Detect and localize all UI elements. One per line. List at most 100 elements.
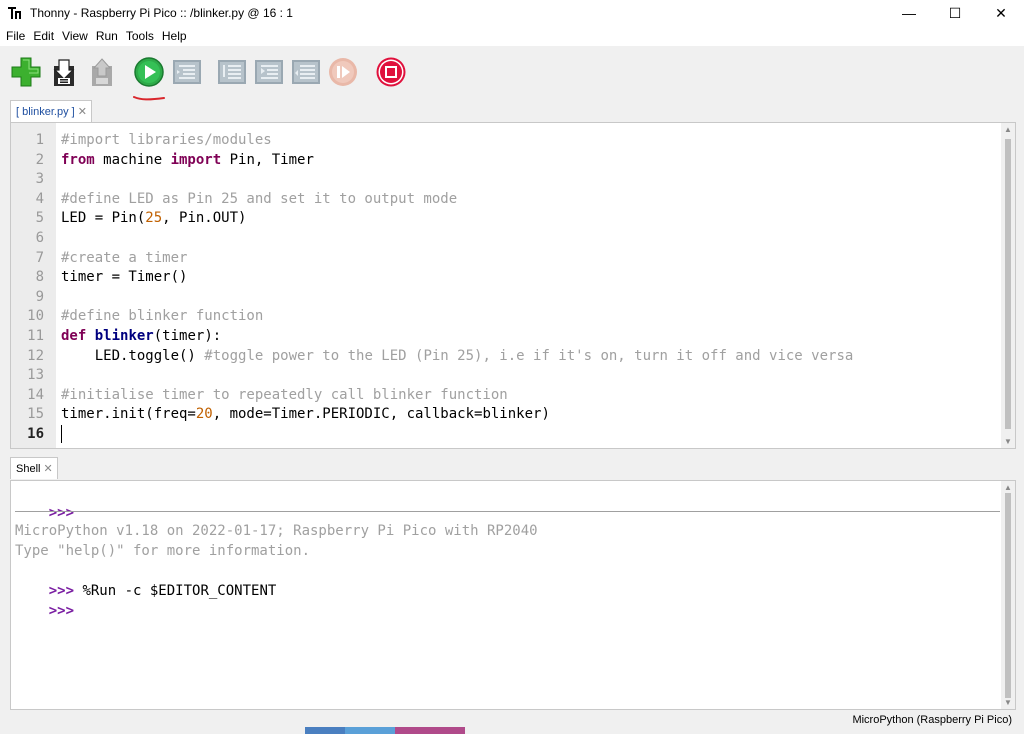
code-line[interactable]: 10 #define blinker function (11, 307, 1001, 327)
line-number: 4 (35, 190, 44, 207)
debug-button[interactable] (171, 56, 203, 88)
scrollbar-thumb[interactable] (1005, 493, 1011, 698)
line-number: 16 (27, 425, 44, 442)
tab-blinker-py[interactable]: [ blinker.py ] ✕ (10, 100, 92, 122)
step-out-button[interactable] (290, 56, 322, 88)
code-line[interactable]: 13 (11, 366, 1001, 386)
code-token: timer = Timer() (61, 269, 188, 286)
code-line[interactable]: 11 def blinker(timer): (11, 327, 1001, 347)
line-number: 6 (35, 229, 44, 246)
save-file-button[interactable] (86, 56, 118, 88)
line-number: 5 (35, 210, 44, 227)
scroll-up-icon[interactable]: ▲ (1004, 483, 1012, 492)
code-token: 25 (145, 210, 163, 227)
line-text: timer = Timer() (61, 268, 187, 288)
shell-banner-line: MicroPython v1.18 on 2022-01-17; Raspber… (15, 523, 538, 539)
scroll-up-icon[interactable]: ▲ (1004, 125, 1012, 134)
shell-help-line: Type "help()" for more information. (15, 543, 311, 559)
step-over-button[interactable] (216, 56, 248, 88)
tab-shell[interactable]: Shell ✕ (10, 457, 58, 479)
step-into-button[interactable] (253, 56, 285, 88)
code-line[interactable]: 5 LED = Pin(25, Pin.OUT) (11, 209, 1001, 229)
maximize-button[interactable]: ☐ (932, 0, 978, 26)
code-token: , Pin.OUT) (162, 210, 247, 227)
background-artifact (305, 727, 345, 734)
toolbar (0, 46, 1024, 96)
code-token: LED = Pin( (61, 210, 146, 227)
code-token: 20 (195, 406, 213, 423)
line-number: 11 (27, 327, 44, 344)
menu-help[interactable]: Help (158, 26, 191, 46)
menu-run[interactable]: Run (92, 26, 122, 46)
step-into-icon (255, 60, 283, 84)
code-token: machine (94, 151, 171, 168)
stop-button[interactable] (375, 56, 407, 88)
close-button[interactable]: ✕ (978, 0, 1024, 26)
line-number: 1 (35, 132, 44, 148)
shell-input-line[interactable]: >>> (15, 581, 74, 619)
line-number: 12 (27, 347, 44, 364)
line-number: 3 (35, 171, 44, 188)
editor-scrollbar[interactable]: ▲ ▼ (1001, 123, 1015, 448)
code-lines: 1 #import libraries/modules 2 from machine … (11, 131, 1001, 445)
line-number: 15 (27, 406, 44, 423)
line-number: 7 (35, 249, 44, 266)
code-token: (timer): (153, 327, 222, 344)
code-line[interactable]: 12 LED.toggle() #toggle power to the LED… (11, 347, 1001, 367)
resume-button[interactable] (327, 56, 359, 88)
shell-scrollbar[interactable]: ▲ ▼ (1001, 481, 1015, 709)
thonny-logo-icon (8, 6, 22, 20)
code-line[interactable]: 4 #define LED as Pin 25 and set it to out… (11, 190, 1001, 210)
code-token: , mode=Timer.PERIODIC, callback=blinker) (212, 406, 550, 423)
code-token: #import libraries/modules (61, 132, 272, 148)
stop-icon (376, 57, 406, 87)
code-token: #define blinker function (61, 308, 264, 325)
code-token: def (61, 327, 87, 344)
line-number: 8 (35, 269, 44, 286)
line-number: 13 (27, 367, 44, 384)
code-token: #create a timer (61, 249, 188, 266)
line-text: #define blinker function (61, 307, 263, 327)
code-line[interactable]: 6 (11, 229, 1001, 249)
code-line[interactable]: 2 from machine import Pin, Timer (11, 151, 1001, 171)
code-token: #initialise timer to repeatedly call bli… (61, 386, 508, 403)
scrollbar-thumb[interactable] (1005, 139, 1011, 429)
code-line[interactable]: 8 timer = Timer() (11, 268, 1001, 288)
minimize-button[interactable]: — (886, 0, 932, 26)
save-icon (92, 58, 112, 86)
menu-file[interactable]: File (2, 26, 29, 46)
shell-separator (15, 511, 1000, 512)
menu-view[interactable]: View (58, 26, 92, 46)
code-token: Pin, Timer (221, 151, 314, 168)
close-tab-icon[interactable]: ✕ (78, 105, 87, 118)
line-text: #initialise timer to repeatedly call bli… (61, 386, 508, 406)
shell-prompt-line: >>> (15, 483, 74, 521)
code-line[interactable]: 9 (11, 288, 1001, 308)
code-line[interactable]: 16 (11, 424, 1001, 445)
window-title: Thonny - Raspberry Pi Pico :: /blinker.p… (30, 6, 293, 20)
background-artifact (395, 727, 465, 734)
new-file-button[interactable] (10, 56, 42, 88)
run-button[interactable] (133, 56, 165, 88)
code-editor[interactable]: 1 #import libraries/modules 2 from machine … (10, 122, 1016, 449)
shell-command: %Run -c $EDITOR_CONTENT (74, 583, 277, 599)
code-token: from (61, 151, 95, 168)
menu-tools[interactable]: Tools (122, 26, 158, 46)
text-cursor (61, 424, 62, 443)
code-line[interactable]: 7 #create a timer (11, 249, 1001, 269)
shell-panel[interactable]: >>> MicroPython v1.18 on 2022-01-17; Ras… (10, 480, 1016, 710)
shell-prompt: >>> (48, 505, 75, 521)
line-number: 2 (35, 151, 44, 168)
code-line[interactable]: 14 #initialise timer to repeatedly call b… (11, 386, 1001, 406)
scroll-down-icon[interactable]: ▼ (1004, 698, 1012, 707)
code-line[interactable]: 3 (11, 170, 1001, 190)
menu-edit[interactable]: Edit (29, 26, 58, 46)
code-line[interactable]: 1 #import libraries/modules (11, 131, 1001, 151)
scroll-down-icon[interactable]: ▼ (1004, 437, 1012, 446)
close-shell-icon[interactable]: ✕ (43, 462, 52, 475)
code-line[interactable]: 15 timer.init(freq=20, mode=Timer.PERIODI… (11, 405, 1001, 425)
open-file-button[interactable] (48, 56, 80, 88)
interpreter-status[interactable]: MicroPython (Raspberry Pi Pico) (852, 714, 1012, 726)
line-text: LED = Pin(25, Pin.OUT) (61, 209, 246, 229)
